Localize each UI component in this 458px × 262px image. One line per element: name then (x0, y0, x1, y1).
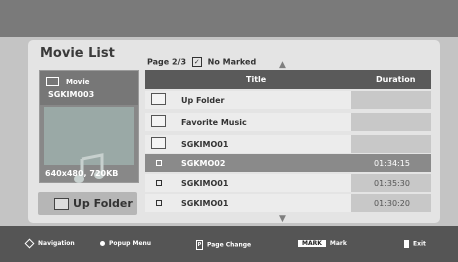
page-change-icon: P (196, 240, 203, 250)
list-item-duration: 01:35:30 (374, 179, 410, 188)
list-item-duration: 01:30:20 (374, 199, 410, 208)
footer-page-change: P Page Change (196, 240, 251, 250)
footer-mark-label: Mark (329, 240, 347, 247)
list-item-file-selected[interactable]: SGKMO02 01:34:15 (145, 154, 431, 172)
page-indicator: Page 2/3 ✓ No Marked (147, 57, 256, 67)
movie-folder-icon (46, 77, 59, 86)
footer-exit-label: Exit (413, 240, 426, 248)
list-item-title: Favorite Music (181, 118, 247, 127)
list-item-folder[interactable]: Favorite Music (145, 113, 431, 131)
preview-type: Movie (66, 78, 90, 86)
list-header: Title Duration (145, 70, 431, 89)
up-folder-icon (151, 93, 166, 105)
mark-checkbox[interactable] (156, 180, 162, 186)
folder-icon (151, 115, 166, 127)
scroll-up-icon[interactable]: ▲ (279, 60, 286, 70)
navigation-icon (24, 238, 35, 249)
list-item-duration: 01:34:15 (374, 159, 410, 168)
footer-popup-menu: Popup Menu (100, 240, 151, 247)
footer-navigation: Navigation (24, 238, 75, 249)
footer-exit: Exit (404, 240, 426, 248)
ok-button-icon (100, 241, 105, 246)
mark-checkbox[interactable] (156, 160, 162, 166)
mark-key-icon: MARK (298, 240, 326, 247)
list-item-file[interactable]: SGKIMO01 01:35:30 (145, 174, 431, 192)
up-folder-button[interactable]: Up Folder (38, 192, 137, 215)
preview-thumbnail (44, 107, 134, 183)
folder-icon (151, 137, 166, 149)
page-title: Movie List (40, 46, 115, 61)
list-item-up-folder[interactable]: Up Folder (145, 91, 431, 109)
scroll-down-icon[interactable]: ▼ (279, 214, 286, 224)
list-item-file[interactable]: SGKIMO01 01:30:20 (145, 194, 431, 212)
list-item-title: SGKIMO01 (181, 179, 229, 188)
file-list: Title Duration Up Folder Favorite Music … (145, 70, 431, 215)
checkbox-icon: ✓ (191, 57, 202, 67)
title-column-header: Title (246, 75, 267, 84)
footer-mark: MARK Mark (298, 240, 347, 247)
list-item-title: Up Folder (181, 96, 225, 105)
preview-filename: SGKIM003 (48, 90, 95, 99)
exit-icon (404, 240, 409, 248)
footer-popup-label: Popup Menu (109, 240, 152, 247)
duration-column-header: Duration (376, 75, 416, 84)
list-item-title: SGKIMO01 (181, 199, 229, 208)
list-item-title: SGKIMO01 (181, 140, 229, 149)
preview-panel: Movie SGKIM003 640x480, 720KB (39, 70, 139, 183)
top-band (0, 0, 458, 37)
list-item-folder[interactable]: SGKIMO01 (145, 135, 431, 153)
page-info-text: Page 2/3 (147, 57, 187, 67)
up-folder-button-label: Up Folder (73, 197, 133, 210)
list-item-title: SGKMO02 (181, 159, 226, 168)
marked-status: No Marked (207, 57, 257, 67)
footer-page-change-label: Page Change (207, 241, 252, 249)
up-folder-icon (54, 198, 69, 210)
preview-resolution: 640x480, 720KB (45, 169, 119, 178)
footer-navigation-label: Navigation (38, 240, 75, 247)
mark-checkbox[interactable] (156, 200, 162, 206)
